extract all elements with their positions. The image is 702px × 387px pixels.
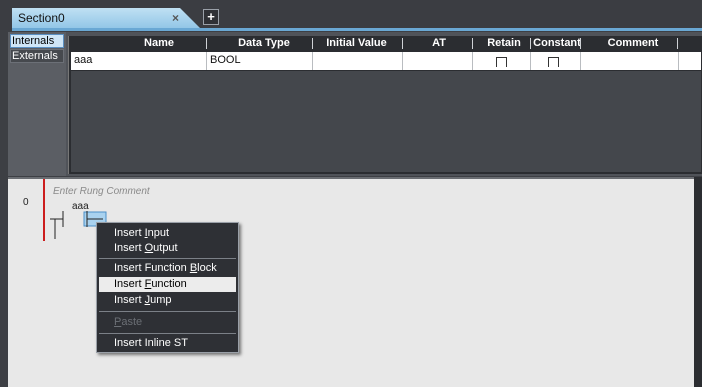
header-initial-value[interactable]: Initial Value [314, 37, 399, 49]
tab-close-icon[interactable]: × [172, 11, 179, 25]
variable-scope-tabs: Internals Externals [8, 32, 66, 176]
menu-item-paste[interactable]: Paste [99, 315, 236, 330]
context-menu: Insert Input Insert Output Insert Functi… [96, 222, 239, 353]
menu-item-insert-output[interactable]: Insert Output [99, 241, 236, 256]
cell-initial-value[interactable] [313, 52, 403, 70]
cell-comment[interactable] [581, 52, 679, 70]
header-retain[interactable]: Retain [473, 37, 535, 49]
tab-active-underline [12, 28, 702, 31]
cell-data-type[interactable]: BOOL [207, 52, 313, 70]
header-name[interactable]: Name [119, 37, 199, 49]
cell-retain[interactable] [473, 52, 531, 70]
menu-separator [99, 311, 236, 312]
header-constant[interactable]: Constant [531, 37, 583, 49]
header-at[interactable]: AT [409, 37, 469, 49]
rung-number: 0 [23, 197, 29, 208]
cell-at[interactable] [403, 52, 473, 70]
menu-separator [99, 258, 236, 259]
header-data-type[interactable]: Data Type [219, 37, 309, 49]
cell-empty [679, 52, 701, 70]
grid-empty-area[interactable] [71, 71, 701, 172]
header-comment[interactable]: Comment [589, 37, 677, 49]
left-power-rail [43, 179, 45, 241]
grid-header-row: Name Data Type Initial Value AT Retain C… [69, 36, 702, 51]
menu-accelerator-key: J [144, 294, 151, 306]
vertical-scrollbar[interactable] [694, 177, 702, 387]
menu-item-insert-inline-st[interactable]: Insert Inline ST [99, 336, 236, 351]
retain-checkbox[interactable] [496, 57, 507, 67]
header-divider[interactable] [580, 38, 581, 49]
variable-grid: Name Data Type Initial Value AT Retain C… [68, 36, 702, 174]
menu-item-insert-function[interactable]: Insert Function [99, 277, 236, 292]
add-tab-plus-icon[interactable]: + [203, 9, 219, 25]
menu-item-insert-jump[interactable]: Insert Jump [99, 293, 236, 308]
header-divider[interactable] [312, 38, 313, 49]
menu-item-insert-function-block[interactable]: Insert Function Block [99, 261, 236, 276]
header-divider[interactable] [206, 38, 207, 49]
table-row[interactable]: aaa BOOL [71, 52, 701, 70]
tab-section0[interactable]: Section0 × [12, 8, 202, 30]
editor-tab-strip: Section0 × + [0, 0, 702, 31]
tab-externals[interactable]: Externals [10, 49, 64, 63]
menu-item-insert-input[interactable]: Insert Input [99, 226, 236, 241]
menu-separator [99, 333, 236, 334]
constant-checkbox[interactable] [548, 57, 559, 67]
header-divider[interactable] [677, 38, 678, 49]
cell-name[interactable]: aaa [71, 52, 207, 70]
cell-constant[interactable] [531, 52, 581, 70]
tab-internals[interactable]: Internals [10, 34, 64, 48]
menu-accelerator-key: B [189, 262, 198, 274]
menu-accelerator-key: O [144, 242, 154, 254]
rung-comment-field[interactable]: Enter Rung Comment [53, 186, 150, 197]
tab-title: Section0 [18, 11, 65, 25]
menu-accelerator-key: I [144, 227, 148, 239]
menu-accelerator-key: F [144, 278, 152, 290]
variable-table-panel: Internals Externals Name Data Type Initi… [8, 32, 702, 176]
menu-accelerator-key: P [114, 316, 122, 328]
header-divider[interactable] [402, 38, 403, 49]
